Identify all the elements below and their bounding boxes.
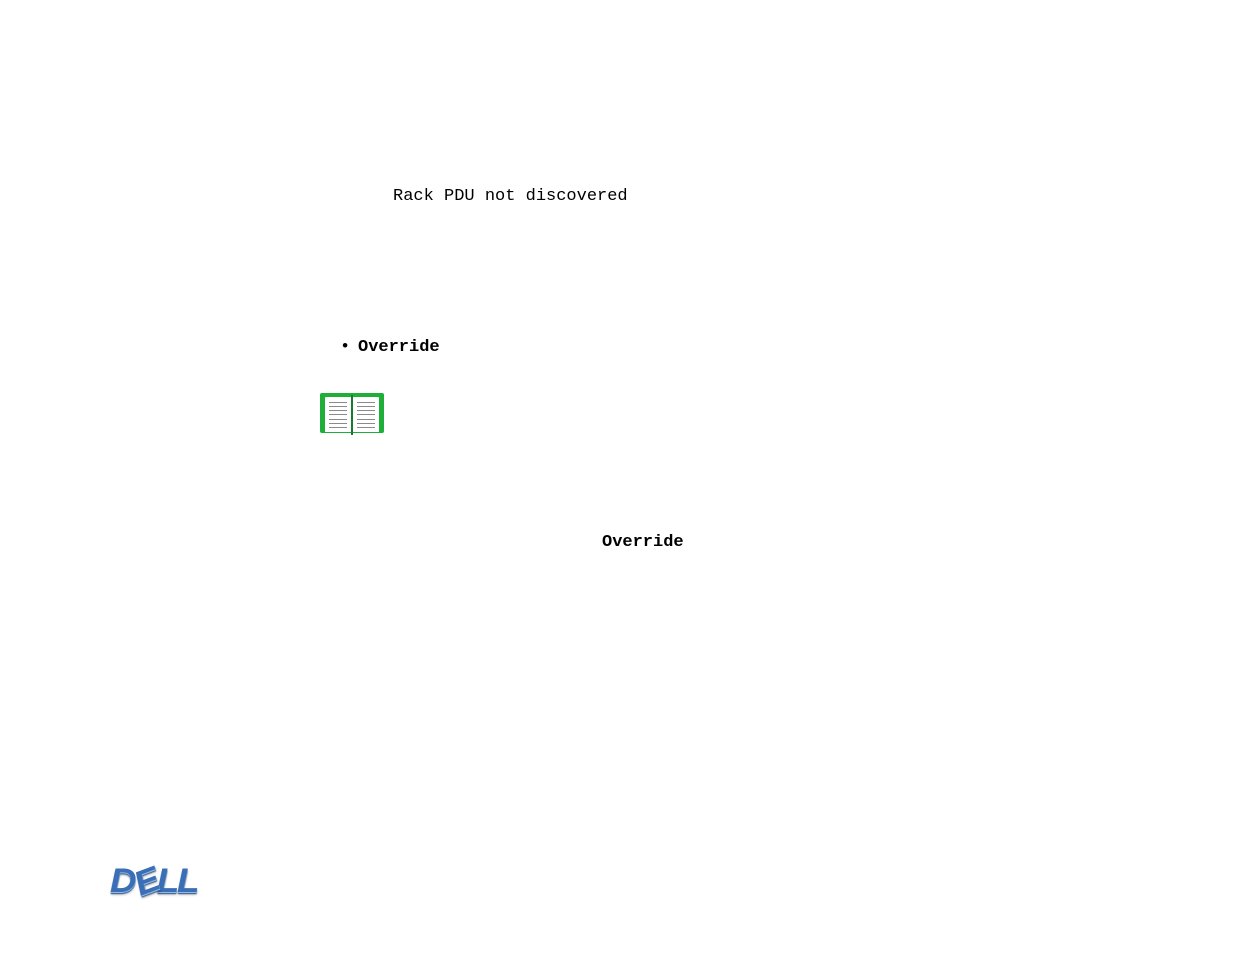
- panel-label-override: Override: [602, 533, 684, 552]
- book-icon: [320, 393, 384, 433]
- dell-logo: DELL: [110, 862, 197, 901]
- status-message: Rack PDU not discovered: [393, 187, 628, 206]
- section-heading-override: Override: [358, 338, 440, 357]
- section-bullet: •: [340, 338, 350, 357]
